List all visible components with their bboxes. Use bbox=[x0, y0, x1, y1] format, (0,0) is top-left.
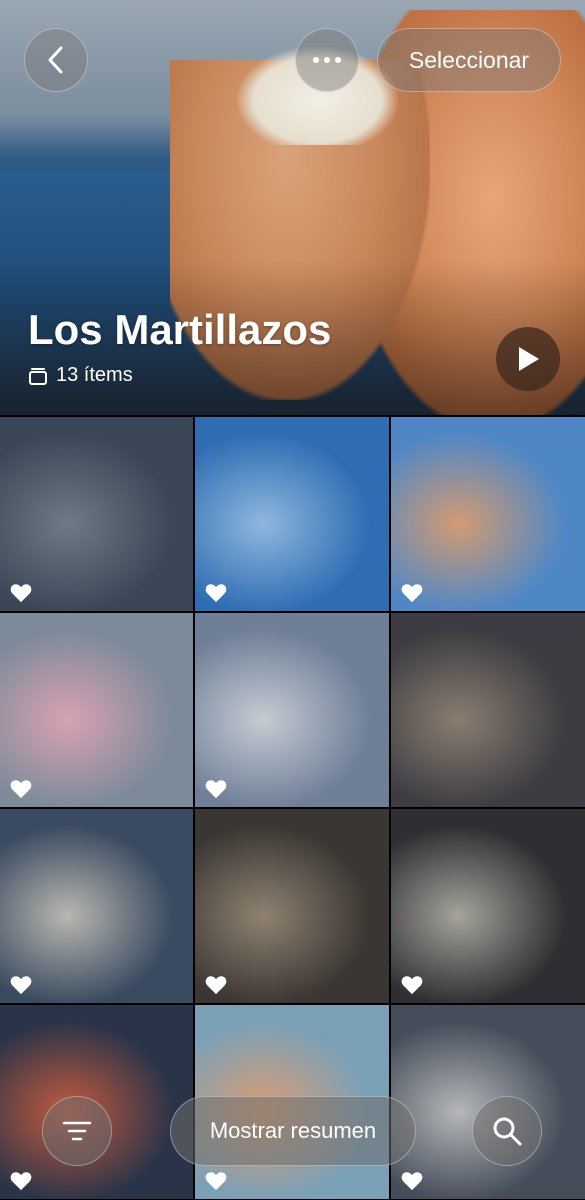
heart-icon bbox=[10, 1171, 32, 1191]
search-button[interactable] bbox=[472, 1096, 542, 1166]
filter-button[interactable] bbox=[42, 1096, 112, 1166]
heart-icon bbox=[205, 1171, 227, 1191]
photo-thumbnail[interactable] bbox=[195, 613, 389, 807]
heart-icon bbox=[10, 583, 32, 603]
heart-icon bbox=[10, 975, 32, 995]
photo-image bbox=[391, 809, 585, 1003]
photo-thumbnail[interactable] bbox=[0, 613, 193, 807]
photo-image bbox=[195, 613, 389, 807]
item-count: 13 ítems bbox=[28, 364, 133, 387]
item-count-label: 13 ítems bbox=[56, 364, 133, 386]
photo-thumbnail[interactable] bbox=[0, 809, 193, 1003]
photo-image bbox=[391, 417, 585, 611]
album-title: Los Martillazos bbox=[28, 306, 332, 353]
photo-image bbox=[391, 613, 585, 807]
show-summary-button[interactable]: Mostrar resumen bbox=[170, 1096, 416, 1166]
heart-icon bbox=[401, 1171, 423, 1191]
more-button[interactable] bbox=[295, 28, 359, 92]
play-button[interactable] bbox=[496, 327, 560, 391]
chevron-left-icon bbox=[48, 46, 63, 74]
photo-thumbnail[interactable] bbox=[0, 417, 193, 611]
photo-image bbox=[195, 809, 389, 1003]
heart-icon bbox=[205, 975, 227, 995]
photo-image bbox=[0, 417, 193, 611]
search-icon bbox=[493, 1117, 522, 1146]
heart-icon bbox=[205, 583, 227, 603]
heart-icon bbox=[205, 779, 227, 799]
photo-image bbox=[0, 613, 193, 807]
play-icon bbox=[519, 347, 539, 371]
filter-lines-icon bbox=[62, 1121, 92, 1141]
heart-icon bbox=[401, 583, 423, 603]
back-button[interactable] bbox=[24, 28, 88, 92]
heart-icon bbox=[10, 779, 32, 799]
photo-thumbnail[interactable] bbox=[195, 417, 389, 611]
photo-thumbnail[interactable] bbox=[391, 613, 585, 807]
ellipsis-icon bbox=[313, 57, 341, 63]
select-button[interactable]: Seleccionar bbox=[377, 28, 561, 92]
heart-icon bbox=[401, 975, 423, 995]
photo-image bbox=[0, 809, 193, 1003]
stack-icon bbox=[29, 367, 47, 385]
photo-grid bbox=[0, 417, 585, 1199]
photo-thumbnail[interactable] bbox=[391, 809, 585, 1003]
photo-thumbnail[interactable] bbox=[195, 809, 389, 1003]
photo-image bbox=[195, 417, 389, 611]
photo-thumbnail[interactable] bbox=[391, 417, 585, 611]
